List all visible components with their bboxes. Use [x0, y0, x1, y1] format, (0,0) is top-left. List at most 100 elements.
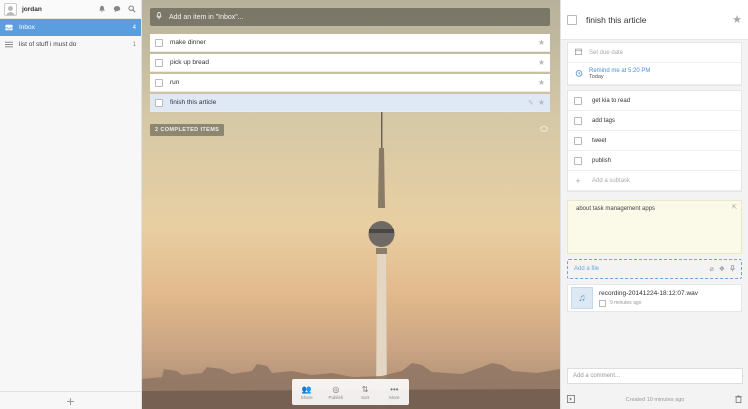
- subtask-checkbox[interactable]: [574, 96, 582, 105]
- bell-icon[interactable]: [97, 4, 107, 14]
- subtask-row[interactable]: tweet: [568, 131, 741, 151]
- file-time-text: 9 minutes ago: [610, 300, 642, 306]
- subtask-title[interactable]: get kia to read: [592, 98, 630, 104]
- task-list-area: Add an item in "Inbox"... make dinner ★ …: [142, 0, 560, 409]
- sidebar: jordan Inbox 4 list of stuff i must do 1…: [0, 0, 142, 409]
- star-icon[interactable]: ★: [538, 98, 545, 107]
- file-info: recording-20141224-18:12:07.wav 9 minute…: [599, 290, 698, 307]
- task-row-selected[interactable]: finish this article ✎ ★: [150, 94, 550, 112]
- add-item-placeholder: Add an item in "Inbox"...: [169, 13, 244, 21]
- task-title[interactable]: make dinner: [170, 39, 534, 46]
- created-info: Created 10 minutes ago: [625, 397, 685, 403]
- eye-icon[interactable]: [540, 126, 548, 132]
- create-list-button[interactable]: +: [0, 391, 141, 409]
- file-time: 9 minutes ago: [599, 299, 698, 307]
- show-completed-button[interactable]: 2 COMPLETED ITEMS: [150, 124, 225, 136]
- note-box[interactable]: about task management apps ⇱: [567, 200, 742, 254]
- share-label: Share: [300, 394, 313, 400]
- list-count: 4: [132, 24, 136, 31]
- task-checkbox[interactable]: [155, 78, 163, 87]
- plus-icon: +: [575, 175, 581, 186]
- share-button[interactable]: 👥 Share: [294, 385, 320, 400]
- task-title[interactable]: run: [170, 79, 534, 86]
- chat-icon[interactable]: [112, 4, 122, 14]
- note-text: about task management apps: [576, 206, 656, 212]
- publish-icon: ◎: [332, 384, 340, 394]
- star-icon[interactable]: ★: [538, 38, 545, 47]
- trash-icon[interactable]: [735, 395, 742, 405]
- publish-button[interactable]: ◎ Publish: [323, 385, 349, 400]
- attachment-icon: ✎: [527, 99, 534, 107]
- inbox-icon: [5, 24, 13, 32]
- share-icon: 👥: [301, 384, 312, 394]
- more-label: More: [389, 394, 400, 400]
- task-checkbox[interactable]: [155, 38, 163, 47]
- subtask-title[interactable]: publish: [592, 158, 611, 164]
- more-button[interactable]: ••• More: [381, 385, 407, 400]
- audio-file-icon: ♫: [571, 287, 593, 309]
- task-title[interactable]: pick up bread: [170, 59, 534, 66]
- list-icon: [5, 41, 13, 49]
- subtask-title[interactable]: add tags: [592, 118, 615, 124]
- comment-input[interactable]: Add a comment...: [567, 368, 743, 384]
- sort-icon: ⇅: [361, 384, 369, 394]
- file-owner-icon: [599, 299, 606, 307]
- paperclip-icon[interactable]: ⌀: [710, 265, 714, 273]
- microphone-icon[interactable]: [156, 12, 162, 22]
- task-checkbox[interactable]: [155, 58, 163, 67]
- subtask-row[interactable]: get kia to read: [568, 91, 741, 111]
- list-toolbar: 👥 Share ◎ Publish ⇅ Sort ••• More: [292, 379, 409, 405]
- star-icon[interactable]: ★: [538, 78, 545, 87]
- subtask-checkbox[interactable]: [574, 156, 582, 165]
- detail-title[interactable]: finish this article: [586, 15, 732, 25]
- task-checkbox[interactable]: [155, 98, 163, 107]
- sidebar-item-inbox[interactable]: Inbox 4: [0, 19, 141, 36]
- hide-detail-icon[interactable]: [567, 395, 575, 405]
- avatar[interactable]: [4, 2, 17, 16]
- detail-footer: Created 10 minutes ago: [561, 391, 748, 409]
- username[interactable]: jordan: [22, 6, 92, 13]
- list-count: 1: [132, 41, 136, 48]
- sort-button[interactable]: ⇅ Sort: [352, 385, 378, 400]
- star-icon[interactable]: ★: [732, 13, 742, 26]
- add-item-input[interactable]: Add an item in "Inbox"...: [150, 8, 550, 26]
- microphone-icon[interactable]: [730, 264, 735, 274]
- add-file-dropzone[interactable]: Add a file ⌀ ❖: [567, 259, 742, 279]
- detail-checkbox[interactable]: [567, 14, 577, 25]
- search-icon[interactable]: [127, 4, 137, 14]
- sidebar-item-label: list of stuff i must do: [19, 41, 77, 48]
- calendar-icon: [574, 48, 583, 57]
- reminder-row[interactable]: Remind me at 5:20 PM Today: [568, 63, 741, 85]
- add-subtask-placeholder: Add a subtask: [592, 177, 631, 184]
- sidebar-item-list-of-stuff[interactable]: list of stuff i must do 1: [0, 36, 141, 53]
- subtask-row[interactable]: publish: [568, 151, 741, 171]
- plus-icon: +: [66, 392, 75, 409]
- sidebar-item-label: Inbox: [19, 24, 35, 31]
- task-row[interactable]: make dinner ★: [150, 34, 550, 52]
- subtask-title[interactable]: tweet: [592, 138, 606, 144]
- reminder-day: Today: [589, 73, 604, 80]
- due-date-placeholder: Set due date: [589, 49, 624, 56]
- publish-label: Publish: [328, 394, 344, 400]
- alarm-clock-icon: [574, 69, 583, 79]
- task-title[interactable]: finish this article: [170, 99, 528, 106]
- subtask-checkbox[interactable]: [574, 136, 582, 145]
- add-file-label: Add a file: [574, 266, 600, 272]
- task-detail-panel: finish this article ★ Set due date Remin…: [560, 0, 748, 409]
- dropbox-icon[interactable]: ❖: [719, 265, 725, 273]
- task-list: make dinner ★ pick up bread ★ run ★ fini…: [150, 34, 550, 114]
- date-reminder-card: Set due date Remind me at 5:20 PM Today: [567, 42, 742, 86]
- subtask-checkbox[interactable]: [574, 116, 582, 125]
- expand-note-icon[interactable]: ⇱: [732, 204, 737, 211]
- file-name[interactable]: recording-20141224-18:12:07.wav: [599, 290, 698, 297]
- star-icon[interactable]: ★: [538, 58, 545, 67]
- sidebar-header: jordan: [0, 0, 141, 19]
- due-date-row[interactable]: Set due date: [568, 43, 741, 63]
- task-row[interactable]: pick up bread ★: [150, 54, 550, 72]
- add-subtask-input[interactable]: + Add a subtask: [568, 171, 741, 191]
- reminder-text: Remind me at 5:20 PM Today: [589, 68, 650, 80]
- task-row[interactable]: run ★: [150, 74, 550, 92]
- detail-header: finish this article ★: [561, 0, 748, 40]
- file-attachment[interactable]: ♫ recording-20141224-18:12:07.wav 9 minu…: [567, 284, 742, 312]
- subtask-row[interactable]: add tags: [568, 111, 741, 131]
